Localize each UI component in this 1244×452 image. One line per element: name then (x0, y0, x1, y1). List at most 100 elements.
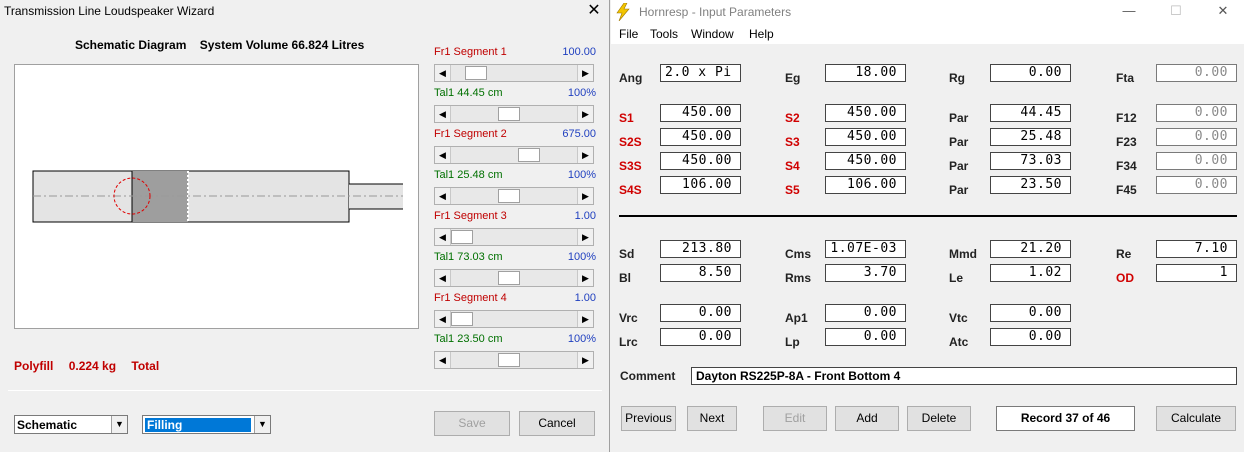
param-field-f12[interactable]: 0.00 (1156, 104, 1237, 122)
slider-8[interactable]: ◀ ▶ (434, 351, 594, 369)
slider-thumb[interactable] (464, 66, 487, 80)
param-field-s3[interactable]: 450.00 (825, 128, 906, 146)
param-field-f34[interactable]: 0.00 (1156, 152, 1237, 170)
param-label-mmd: Mmd (949, 247, 977, 261)
chevron-left-icon[interactable]: ◀ (435, 147, 451, 163)
slider-value: 1.00 (574, 292, 596, 304)
slider-caption: Tal1 44.45 cm (434, 87, 503, 99)
slider-thumb[interactable] (497, 353, 520, 367)
param-field-s4s[interactable]: 106.00 (660, 176, 741, 194)
param-field-le[interactable]: 1.02 (990, 264, 1071, 282)
param-field-rms[interactable]: 3.70 (825, 264, 906, 282)
edit-button[interactable]: Edit (763, 406, 827, 431)
slider-7[interactable]: ◀ ▶ (434, 310, 594, 328)
chevron-right-icon[interactable]: ▶ (577, 106, 593, 122)
slider-thumb[interactable] (497, 271, 520, 285)
chevron-right-icon[interactable]: ▶ (577, 311, 593, 327)
slider-value: 675.00 (562, 128, 596, 140)
next-button[interactable]: Next (687, 406, 737, 431)
param-field-par[interactable]: 25.48 (990, 128, 1071, 146)
menu-window[interactable]: Window (691, 27, 734, 41)
slider-4[interactable]: ◀ ▶ (434, 187, 594, 205)
param-field-par[interactable]: 73.03 (990, 152, 1071, 170)
chevron-left-icon[interactable]: ◀ (435, 352, 451, 368)
chevron-left-icon[interactable]: ◀ (435, 188, 451, 204)
param-field-par[interactable]: 23.50 (990, 176, 1071, 194)
param-field-mmd[interactable]: 21.20 (990, 240, 1071, 258)
param-label-s3s: S3S (619, 159, 642, 173)
slider-thumb[interactable] (451, 312, 473, 326)
previous-button[interactable]: Previous (621, 406, 676, 431)
slider-6[interactable]: ◀ ▶ (434, 269, 594, 287)
param-field-ap1[interactable]: 0.00 (825, 304, 906, 322)
param-field-eg[interactable]: 18.00 (825, 64, 906, 82)
close-icon[interactable]: ✕ (582, 0, 606, 22)
param-field-bl[interactable]: 8.50 (660, 264, 741, 282)
chevron-right-icon[interactable]: ▶ (577, 65, 593, 81)
view-select[interactable]: Schematic ▼ (14, 415, 128, 434)
chevron-left-icon[interactable]: ◀ (435, 65, 451, 81)
param-field-s5[interactable]: 106.00 (825, 176, 906, 194)
slider-5[interactable]: ◀ ▶ (434, 228, 594, 246)
slider-1[interactable]: ◀ ▶ (434, 64, 594, 82)
param-field-sd[interactable]: 213.80 (660, 240, 741, 258)
maximize-icon[interactable]: ☐ (1164, 3, 1188, 19)
param-field-cms[interactable]: 1.07E-03 (825, 240, 906, 258)
close-icon[interactable]: ✕ (1211, 3, 1235, 19)
slider-thumb[interactable] (451, 230, 473, 244)
param-label-rms: Rms (785, 271, 812, 285)
param-field-f45[interactable]: 0.00 (1156, 176, 1237, 194)
system-volume: System Volume 66.824 Litres (199, 38, 365, 52)
param-field-par[interactable]: 44.45 (990, 104, 1071, 122)
delete-button[interactable]: Delete (907, 406, 971, 431)
param-field-od[interactable]: 1 (1156, 264, 1237, 282)
slider-value: 100.00 (562, 46, 596, 58)
chevron-right-icon[interactable]: ▶ (577, 270, 593, 286)
param-field-ang[interactable]: 2.0 x Pi (660, 64, 741, 82)
add-button[interactable]: Add (835, 406, 899, 431)
slider-label-6: Tal1 73.03 cm 100% (434, 251, 596, 265)
param-field-re[interactable]: 7.10 (1156, 240, 1237, 258)
slider-2[interactable]: ◀ ▶ (434, 105, 594, 123)
slider-3[interactable]: ◀ ▶ (434, 146, 594, 164)
mode-select[interactable]: Filling ▼ (142, 415, 271, 434)
slider-caption: Fr1 Segment 4 (434, 292, 507, 304)
title-bar: Hornresp - Input Parameters — ☐ ✕ (611, 0, 1244, 24)
comment-field[interactable]: Dayton RS225P-8A - Front Bottom 4 (691, 367, 1237, 385)
param-field-vtc[interactable]: 0.00 (990, 304, 1071, 322)
param-field-vrc[interactable]: 0.00 (660, 304, 741, 322)
param-field-atc[interactable]: 0.00 (990, 328, 1071, 346)
cancel-button[interactable]: Cancel (519, 411, 595, 436)
chevron-left-icon[interactable]: ◀ (435, 311, 451, 327)
save-button[interactable]: Save (434, 411, 510, 436)
slider-label-1: Fr1 Segment 1 100.00 (434, 46, 596, 60)
param-field-lrc[interactable]: 0.00 (660, 328, 741, 346)
chevron-right-icon[interactable]: ▶ (577, 147, 593, 163)
menu-file[interactable]: File (619, 27, 638, 41)
slider-thumb[interactable] (497, 107, 520, 121)
chevron-right-icon[interactable]: ▶ (577, 229, 593, 245)
param-field-fta[interactable]: 0.00 (1156, 64, 1237, 82)
param-field-s2[interactable]: 450.00 (825, 104, 906, 122)
chevron-down-icon[interactable]: ▼ (254, 416, 270, 433)
chevron-right-icon[interactable]: ▶ (577, 188, 593, 204)
chevron-right-icon[interactable]: ▶ (577, 352, 593, 368)
param-field-lp[interactable]: 0.00 (825, 328, 906, 346)
chevron-left-icon[interactable]: ◀ (435, 270, 451, 286)
minimize-icon[interactable]: — (1117, 3, 1141, 18)
slider-thumb[interactable] (517, 148, 540, 162)
param-field-rg[interactable]: 0.00 (990, 64, 1071, 82)
calculate-button[interactable]: Calculate (1156, 406, 1236, 431)
param-field-s2s[interactable]: 450.00 (660, 128, 741, 146)
chevron-left-icon[interactable]: ◀ (435, 106, 451, 122)
param-field-s4[interactable]: 450.00 (825, 152, 906, 170)
menu-help[interactable]: Help (749, 27, 774, 41)
menu-tools[interactable]: Tools (650, 27, 678, 41)
chevron-down-icon[interactable]: ▼ (111, 416, 127, 433)
slider-thumb[interactable] (497, 189, 520, 203)
param-field-s3s[interactable]: 450.00 (660, 152, 741, 170)
param-label-atc: Atc (949, 335, 969, 349)
param-field-f23[interactable]: 0.00 (1156, 128, 1237, 146)
param-field-s1[interactable]: 450.00 (660, 104, 741, 122)
chevron-left-icon[interactable]: ◀ (435, 229, 451, 245)
